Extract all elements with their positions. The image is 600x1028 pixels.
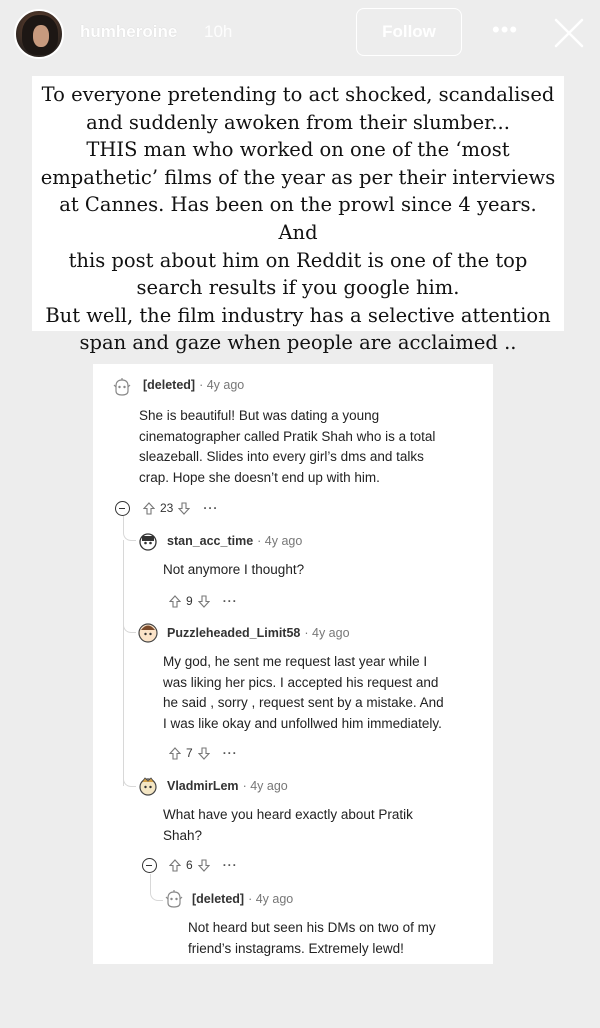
upvote-icon[interactable] [169, 858, 181, 872]
comment-text-line: was liking her pics. I accepted his requ… [163, 674, 439, 690]
caption-line: THIS man who worked on one of the ‘most [86, 138, 510, 162]
comment-more-icon[interactable]: ··· [223, 594, 238, 608]
comment-header: Puzzleheaded_Limit58 · 4y ago [167, 626, 350, 640]
comment-body: Not heard but seen his DMs on two of my … [188, 918, 436, 959]
vote-count: 7 [186, 746, 193, 760]
comment-username[interactable]: [deleted] [143, 378, 195, 392]
deleted-user-avatar-icon [113, 378, 131, 396]
caption-line: search results if you google him. [136, 276, 460, 300]
comment-text-line: crap. Hope she doesn’t end up with him. [139, 469, 380, 485]
comment-body: What have you heard exactly about Pratik… [163, 805, 413, 846]
comment-header: [deleted] · 4y ago [192, 892, 293, 906]
comment-username[interactable]: VladmirLem [167, 779, 239, 793]
thread-line [123, 764, 136, 787]
caption-line: at Cannes. Has been on the prowl since 4… [59, 193, 537, 244]
vote-count: 23 [160, 501, 174, 515]
comment-text-line: I was like okay and unfollwed him immedi… [163, 715, 442, 731]
comment-text-line: Shah? [163, 827, 203, 843]
comment-text-line: Not heard but seen his DMs on two of my [188, 920, 436, 935]
comment-header: stan_acc_time · 4y ago [167, 534, 302, 548]
reddit-comments-screenshot: [deleted] · 4y ago She is beautiful! But… [93, 364, 493, 964]
comment-text-line: cinematographer called Pratik Shah who i… [139, 428, 436, 444]
caption-line: To everyone pretending to act shocked, s… [41, 83, 555, 106]
vote-bar: 9 ··· [169, 594, 238, 608]
comment-header: VladmirLem · 4y ago [167, 779, 288, 793]
comment-more-icon[interactable]: ··· [203, 501, 218, 515]
user-avatar-icon [138, 623, 158, 643]
thread-line [123, 612, 136, 633]
comment-username[interactable]: stan_acc_time [167, 534, 253, 548]
comment-timestamp: · 4y ago [242, 779, 288, 793]
comment-more-icon[interactable]: ··· [223, 858, 238, 872]
comment-body: My god, he sent me request last year whi… [163, 652, 444, 734]
caption-line: But well, the film industry has a select… [45, 303, 551, 327]
collapse-thread-icon[interactable] [115, 501, 130, 516]
comment-text-line: he said , sorry , request sent by a mist… [163, 695, 444, 710]
vote-bar: 23 ··· [143, 501, 218, 515]
comment-text-line: Not anymore I thought? [163, 562, 305, 577]
story-username[interactable]: humheroine [80, 22, 177, 42]
comment-body: Not anymore I thought? [163, 560, 304, 581]
profile-avatar[interactable] [14, 9, 64, 59]
downvote-icon[interactable] [178, 501, 191, 515]
comment-text-line: friend’s instagrams. Extremely lewd! [188, 940, 404, 956]
vote-bar: 7 ··· [169, 746, 238, 760]
vote-count: 9 [186, 594, 193, 608]
deleted-user-avatar-icon [165, 890, 183, 908]
follow-button[interactable]: Follow [356, 8, 462, 56]
thread-line [123, 540, 124, 786]
comment-more-icon[interactable]: ··· [223, 746, 238, 760]
downvote-icon[interactable] [197, 746, 210, 760]
vote-bar: 6 ··· [169, 858, 238, 872]
comment-username[interactable]: [deleted] [192, 892, 244, 906]
caption-line: empathetic’ films of the year as per the… [40, 165, 556, 189]
caption-line: this post about him on Reddit is one of … [68, 248, 528, 272]
comment-timestamp: · 4y ago [199, 378, 245, 392]
upvote-icon[interactable] [169, 746, 181, 760]
comment-text-line: My god, he sent me request last year whi… [163, 654, 428, 669]
caption-line: and suddenly awoken from their slumber..… [86, 110, 510, 134]
comment-timestamp: · 4y ago [304, 626, 350, 640]
more-options-icon[interactable]: ••• [492, 19, 518, 41]
close-icon[interactable] [553, 17, 585, 49]
comment-body: She is beautiful! But was dating a young… [139, 406, 435, 488]
story-header: humheroine 10h Follow ••• [0, 0, 600, 70]
upvote-icon[interactable] [169, 594, 181, 608]
comment-header: [deleted] · 4y ago [143, 378, 244, 392]
user-avatar-icon [139, 777, 157, 796]
comment-text-line: She is beautiful! But was dating a young [139, 408, 380, 423]
story-caption: To everyone pretending to act shocked, s… [32, 76, 564, 354]
comment-timestamp: · 4y ago [257, 534, 303, 548]
caption-line: span and gaze when people are acclaimed … [79, 331, 517, 355]
vote-count: 6 [186, 858, 193, 872]
story-timestamp: 10h [204, 22, 233, 41]
comment-timestamp: · 4y ago [248, 892, 294, 906]
thread-line [150, 878, 163, 901]
user-avatar-icon [139, 533, 157, 551]
comment-text-line: What have you heard exactly about Pratik [163, 807, 413, 822]
comment-username[interactable]: Puzzleheaded_Limit58 [167, 626, 300, 640]
collapse-thread-icon[interactable] [142, 858, 157, 873]
thread-line [123, 516, 136, 541]
downvote-icon[interactable] [197, 858, 210, 872]
downvote-icon[interactable] [197, 594, 210, 608]
upvote-icon[interactable] [143, 501, 155, 515]
comment-text-line: sleazeball. Slides into every girl’s dms… [139, 449, 424, 464]
